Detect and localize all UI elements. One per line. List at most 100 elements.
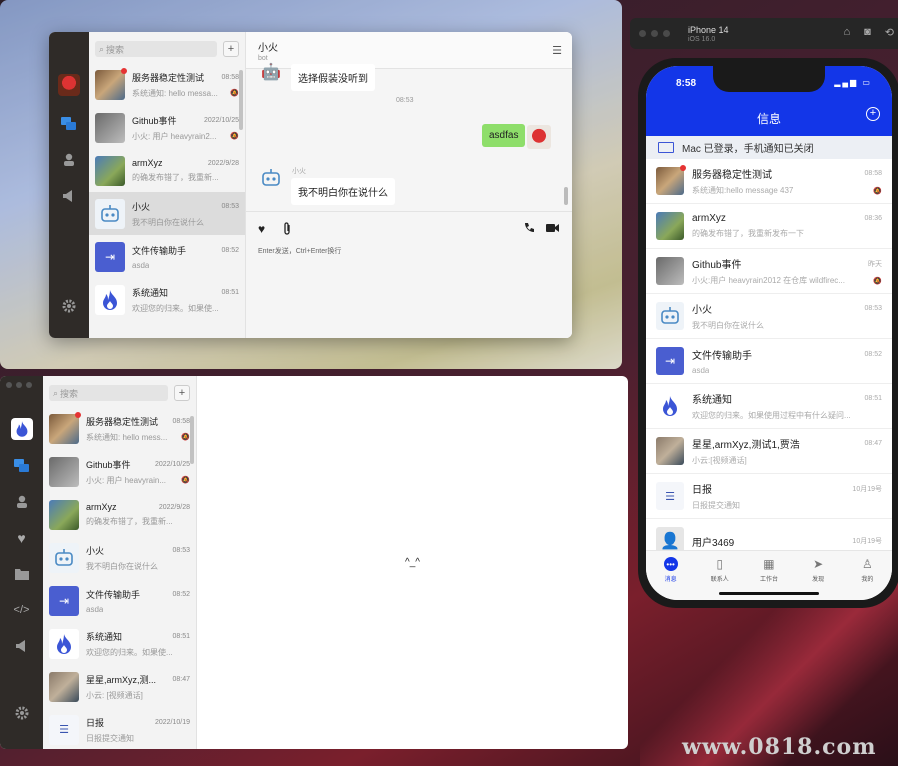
mute-bell-icon: 🔕: [181, 434, 190, 441]
mute-bell-icon: 🔕: [230, 90, 239, 97]
group-photo-avatar: [49, 411, 81, 444]
input-hint: Enter发送，Ctrl+Enter换行: [258, 248, 342, 255]
tab-me[interactable]: ♙ 我的: [847, 557, 887, 600]
list-item[interactable]: armXyz 2022/9/28 的确发布错了，我重新...: [43, 493, 196, 536]
desktop-window-top: ⌕ 搜索 + 服务器稳定性测试 08:58 系统通知: hello messa..…: [0, 0, 622, 369]
github-photo-avatar: [95, 112, 125, 143]
app-logo-flame-icon[interactable]: [10, 418, 33, 440]
list-item[interactable]: armXyz 2022/9/28 的确发布错了，我重新...: [89, 149, 245, 192]
list-item[interactable]: 小火 08:53 我不明白你在说什么: [646, 294, 892, 339]
daily-report-icon: ☰: [656, 482, 684, 510]
conversations-icon[interactable]: [12, 456, 32, 476]
grid-icon: ▦: [763, 557, 775, 571]
page-title: 信息: [756, 112, 781, 126]
flame-icon: [49, 628, 79, 659]
rotate-icon[interactable]: ⟲: [885, 26, 894, 39]
screenshot-icon[interactable]: ◙: [864, 26, 871, 39]
status-clock: 8:58: [676, 78, 697, 89]
list-item-selected[interactable]: 小火 08:53 我不明白你在说什么: [89, 192, 245, 235]
heart-icon[interactable]: ♥: [258, 222, 265, 236]
add-circle-icon[interactable]: +: [866, 107, 880, 121]
home-indicator: [719, 592, 819, 595]
search-bar: ⌕ 搜索 +: [89, 32, 245, 63]
group-photo-avatar: [656, 437, 684, 465]
zoom-button[interactable]: [663, 30, 670, 37]
list-item[interactable]: 服务器稳定性测试 08:58 系统通知:hello message 437 🔕: [646, 159, 892, 204]
daily-report-icon: ☰: [49, 714, 79, 745]
list-item[interactable]: 星星,armXyz,测... 08:47 小云: [视频通话]: [43, 665, 196, 708]
landscape-photo-avatar: [95, 155, 125, 186]
list-item[interactable]: ⇥ 文件传输助手 08:52 asda: [89, 235, 245, 278]
favorites-heart-icon[interactable]: ♥: [12, 528, 32, 548]
file-transfer-icon: ⇥: [656, 347, 684, 375]
list-item[interactable]: ☰ 日报 2022/10/19 日报提交通知: [43, 708, 196, 749]
my-avatar[interactable]: [58, 74, 80, 96]
contacts-icon[interactable]: [59, 150, 79, 170]
phone-screen: 8:58 ▂▄▆ ▭ 信息 + Mac 已登录，手机通知已关闭 服务器稳定性测试…: [646, 66, 892, 600]
broadcast-icon[interactable]: [12, 636, 32, 656]
list-item[interactable]: Github事件 昨天 小火:用户 heavyrain2012 在仓库 wildf…: [646, 249, 892, 294]
list-item[interactable]: 系统通知 08:51 欢迎您的归来。如果使...: [43, 622, 196, 665]
home-icon[interactable]: ⌂: [843, 26, 850, 39]
person-icon: ♙: [861, 557, 873, 571]
chat-bubble-icon: •••: [663, 557, 678, 571]
phone-call-icon[interactable]: [524, 222, 535, 236]
video-call-icon[interactable]: [546, 222, 559, 236]
list-item[interactable]: 系统通知 08:51 欢迎您的归来。如果使...: [89, 278, 245, 321]
list-item[interactable]: 星星,armXyz,测试1,贾浩 08:47 小云:[视频通话]: [646, 429, 892, 474]
search-icon: ⌕: [99, 43, 105, 54]
close-button[interactable]: [6, 382, 12, 388]
message-bubble: 选择假装没听到: [291, 64, 375, 91]
iphone-frame: 8:58 ▂▄▆ ▭ 信息 + Mac 已登录，手机通知已关闭 服务器稳定性测试…: [638, 58, 898, 608]
paper-plane-icon: ➤: [813, 557, 824, 571]
message-composer[interactable]: ♥ Enter发送，Ctrl+Enter换行: [246, 211, 572, 338]
chat-scrollbar[interactable]: [564, 187, 568, 205]
list-item[interactable]: 服务器稳定性测试 08:58 系统通知: hello messa... 🔕: [89, 63, 245, 106]
file-transfer-icon: ⇥: [49, 585, 79, 616]
list-scrollbar[interactable]: [190, 416, 194, 464]
search-input[interactable]: ⌕ 搜索: [95, 41, 217, 57]
add-button[interactable]: +: [223, 41, 239, 57]
group-photo-avatar: [656, 165, 686, 195]
broadcast-icon[interactable]: [59, 186, 79, 206]
settings-gear-icon[interactable]: [12, 703, 32, 723]
mute-bell-icon: 🔕: [181, 477, 190, 484]
landscape-photo-avatar: [49, 499, 79, 530]
mute-bell-icon: 🔕: [230, 133, 239, 140]
zoom-button[interactable]: [26, 382, 32, 388]
folder-icon[interactable]: [12, 564, 32, 584]
conversations-icon[interactable]: [59, 114, 79, 134]
settings-gear-icon[interactable]: [59, 296, 79, 316]
login-banner[interactable]: Mac 已登录，手机通知已关闭: [646, 136, 892, 159]
contacts-icon[interactable]: [12, 492, 32, 512]
group-photo-avatar: [95, 67, 127, 100]
search-input[interactable]: ⌕ 搜索: [49, 385, 168, 401]
phone-header: 8:58 ▂▄▆ ▭ 信息 +: [646, 66, 892, 136]
list-item[interactable]: 系统通知 08:51 欢迎您的归来。如果使用过程中有什么疑问...: [646, 384, 892, 429]
close-button[interactable]: [639, 30, 646, 37]
code-icon[interactable]: </>: [12, 600, 32, 620]
list-item[interactable]: Github事件 2022/10/25 小火: 用户 heavyrain2... 🔕: [89, 106, 245, 149]
list-item[interactable]: ☰ 日报 10月19号 日报提交通知: [646, 474, 892, 519]
attachment-icon[interactable]: [282, 222, 292, 239]
list-item[interactable]: ⇥ 文件传输助手 08:52 asda: [646, 339, 892, 384]
conversation-list: ⌕ 搜索 + 服务器稳定性测试 08:58 系统通知: hello messa..…: [89, 32, 246, 338]
message-bubble-self: asdfas: [482, 124, 526, 147]
chat-settings-icon[interactable]: ☰: [552, 44, 562, 57]
list-scrollbar[interactable]: [239, 70, 243, 130]
group-photo-avatar: [49, 671, 79, 702]
list-item[interactable]: armXyz 08:36 的确发布错了，我重新发布一下: [646, 204, 892, 249]
robot-icon: [258, 165, 284, 191]
list-item[interactable]: 服务器稳定性测试 08:58 系统通知: hello mess... 🔕: [43, 407, 196, 450]
add-button[interactable]: +: [174, 385, 190, 401]
minimize-button[interactable]: [651, 30, 658, 37]
empty-chat-pane: ^_^: [197, 376, 628, 749]
minimize-button[interactable]: [16, 382, 22, 388]
robot-icon: [49, 542, 79, 573]
list-item[interactable]: ⇥ 文件传输助手 08:52 asda: [43, 579, 196, 622]
list-item[interactable]: 小火 08:53 我不明白你在说什么: [43, 536, 196, 579]
tab-messages[interactable]: ••• 消息: [651, 557, 691, 600]
list-item[interactable]: Github事件 2022/10/25 小火: 用户 heavyrain... 🔕: [43, 450, 196, 493]
computer-icon: [658, 142, 674, 153]
mute-bell-icon: 🔕: [873, 277, 882, 285]
